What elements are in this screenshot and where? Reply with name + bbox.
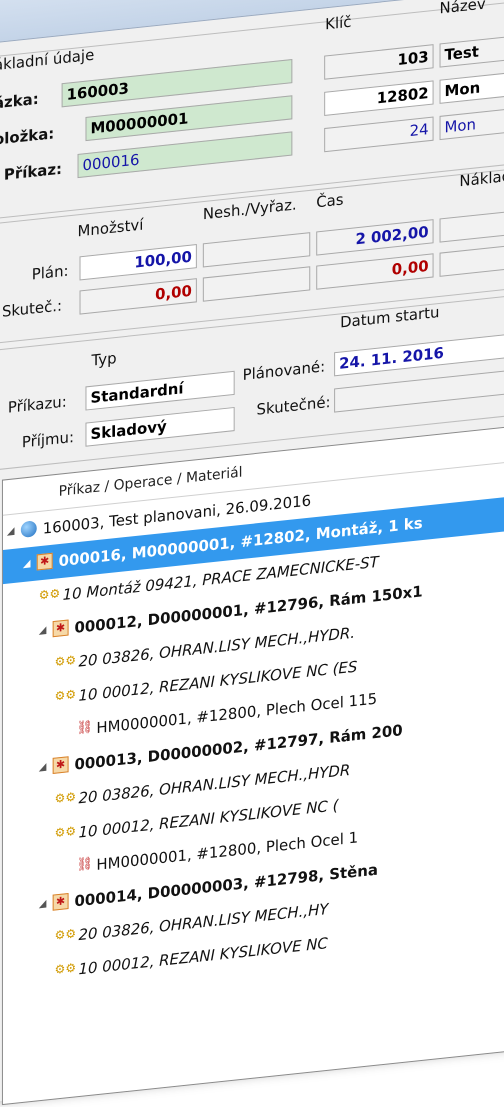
collapse-arrow-icon[interactable]: ◢ bbox=[39, 887, 47, 922]
operation-icon: ⚙⚙ bbox=[54, 687, 77, 704]
order-icon: ✱ bbox=[52, 892, 69, 911]
order-icon: ✱ bbox=[52, 756, 69, 774]
order-tree[interactable]: Příkaz / Operace / Materiál ◢ 160003, Te… bbox=[1, 412, 504, 1106]
klic-column-header: Klíč bbox=[325, 12, 352, 34]
globe-icon bbox=[20, 520, 37, 539]
order-icon: ✱ bbox=[36, 552, 53, 571]
collapse-arrow-icon[interactable]: ◢ bbox=[39, 751, 47, 786]
collapse-arrow-icon[interactable]: ◢ bbox=[7, 515, 15, 550]
operation-icon: ⚙⚙ bbox=[38, 586, 61, 603]
operation-icon: ⚙⚙ bbox=[54, 652, 77, 670]
collapse-arrow-icon[interactable]: ◢ bbox=[23, 547, 31, 582]
typ-heading: Typ bbox=[91, 348, 117, 370]
cas-header: Čas bbox=[316, 190, 344, 212]
operation-icon: ⚙⚙ bbox=[54, 960, 77, 977]
material-icon: ⛓ bbox=[76, 719, 93, 737]
operation-icon: ⚙⚙ bbox=[54, 926, 77, 943]
operation-icon: ⚙⚙ bbox=[54, 789, 77, 806]
operation-icon: ⚙⚙ bbox=[54, 823, 77, 841]
plan-label: Plán: bbox=[31, 261, 69, 284]
app-window: ákladní údaje Klíč Název ázka: 160003 10… bbox=[0, 0, 504, 1106]
material-icon: ⛓ bbox=[76, 856, 93, 874]
order-icon: ✱ bbox=[52, 619, 69, 638]
collapse-arrow-icon[interactable]: ◢ bbox=[39, 614, 47, 649]
